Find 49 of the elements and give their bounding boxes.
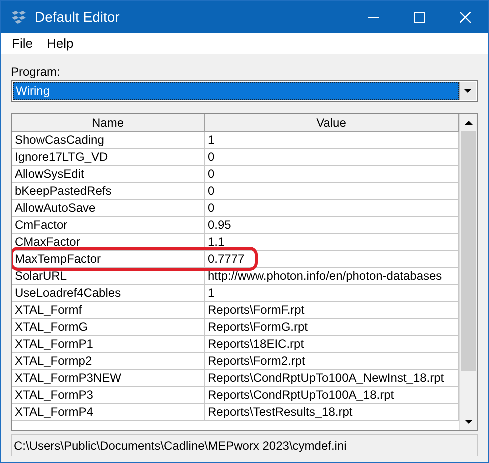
table-cell: UseLoadref4Cables xyxy=(12,285,205,302)
table-cell: 0.7777 xyxy=(205,251,459,268)
program-label: Program: xyxy=(11,65,60,79)
table-cell: http://www.photon.info/en/photon-databases xyxy=(205,268,459,286)
table-cell: 1 xyxy=(205,285,459,302)
program-dropdown[interactable]: Wiring xyxy=(11,80,478,102)
table-cell: XTAL_FormG xyxy=(12,319,205,336)
table-cell: Reports\FormG.rpt xyxy=(205,319,459,336)
table-cell: 0 xyxy=(205,149,459,166)
table-cell: Reports\FormF.rpt xyxy=(205,302,459,320)
table-cell: 0 xyxy=(205,183,459,200)
scrollbar[interactable] xyxy=(459,114,477,430)
table-cell: Reports\18EIC.rpt xyxy=(205,336,459,354)
table-cell: CmFactor xyxy=(12,217,205,234)
table-cell: XTAL_FormP3 xyxy=(12,387,205,404)
table-cell: bKeepPastedRefs xyxy=(12,183,205,200)
window-title: Default Editor xyxy=(35,9,121,25)
table-cell: XTAL_FormP1 xyxy=(12,336,205,354)
table-cell: 1.1 xyxy=(205,234,459,252)
close-icon[interactable] xyxy=(460,12,470,22)
table-cell: Reports\Form2.rpt xyxy=(205,353,459,370)
caret-icon xyxy=(464,89,472,94)
table-cell: XTAL_FormP4 xyxy=(12,404,205,422)
table-cell: Ignore17LTG_VD xyxy=(12,149,205,166)
table-cell: 0.95 xyxy=(205,217,459,234)
status-bar: C:\Users\Public\Documents\Cadline\MEPworx 2023\cymdef.ini xyxy=(11,434,478,456)
table-cell: CMaxFactor xyxy=(12,234,205,252)
scroll-down-icon[interactable] xyxy=(464,420,472,424)
table-cell: 0 xyxy=(205,200,459,218)
table-cell: Reports\CondRptUpTo100A_NewInst_18.rpt xyxy=(205,370,459,388)
table-cell: ShowCasCading xyxy=(12,132,205,150)
table-cell: AllowAutoSave xyxy=(12,200,205,218)
column-header[interactable]: Value xyxy=(205,114,459,132)
table-cell: XTAL_Formf xyxy=(12,302,205,320)
menu-item[interactable]: File xyxy=(5,36,40,51)
app-icon xyxy=(11,10,27,24)
table-cell: AllowSysEdit xyxy=(12,166,205,184)
table-cell: SolarURL xyxy=(12,268,205,286)
table-cell: 1 xyxy=(205,132,459,150)
scroll-up-icon[interactable] xyxy=(464,120,472,125)
table-cell: MaxTempFactor xyxy=(12,251,205,268)
column-header[interactable]: Name xyxy=(12,114,205,132)
table-cell: Reports\CondRptUpTo100A_18.rpt xyxy=(205,387,459,404)
maximize-icon[interactable] xyxy=(414,12,424,22)
table-cell: Reports\TestResults_18.rpt xyxy=(205,404,459,422)
table-cell: XTAL_Formp2 xyxy=(12,353,205,370)
table-cell: 0 xyxy=(205,166,459,184)
table-cell: XTAL_FormP3NEW xyxy=(12,370,205,388)
menu-item[interactable]: Help xyxy=(40,36,81,51)
